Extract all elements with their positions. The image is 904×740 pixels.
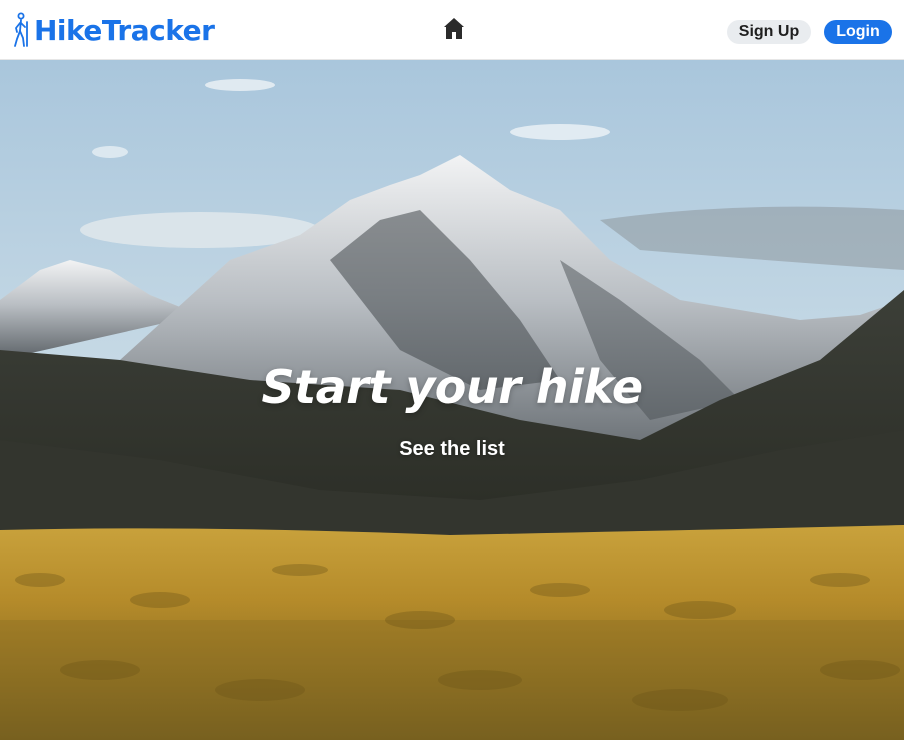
home-icon xyxy=(442,16,466,45)
hero-title: Start your hike xyxy=(261,360,643,414)
navbar: HikeTracker Sign Up Login xyxy=(0,0,904,60)
brand-name: HikeTracker xyxy=(34,13,215,47)
brand-logo[interactable]: HikeTracker xyxy=(12,12,215,48)
sign-up-button[interactable]: Sign Up xyxy=(727,20,811,44)
hero-section: Start your hike See the list xyxy=(0,60,904,740)
see-the-list-link[interactable]: See the list xyxy=(392,438,512,461)
hiker-icon xyxy=(12,12,32,48)
home-button[interactable] xyxy=(440,16,468,44)
login-button[interactable]: Login xyxy=(824,20,892,44)
